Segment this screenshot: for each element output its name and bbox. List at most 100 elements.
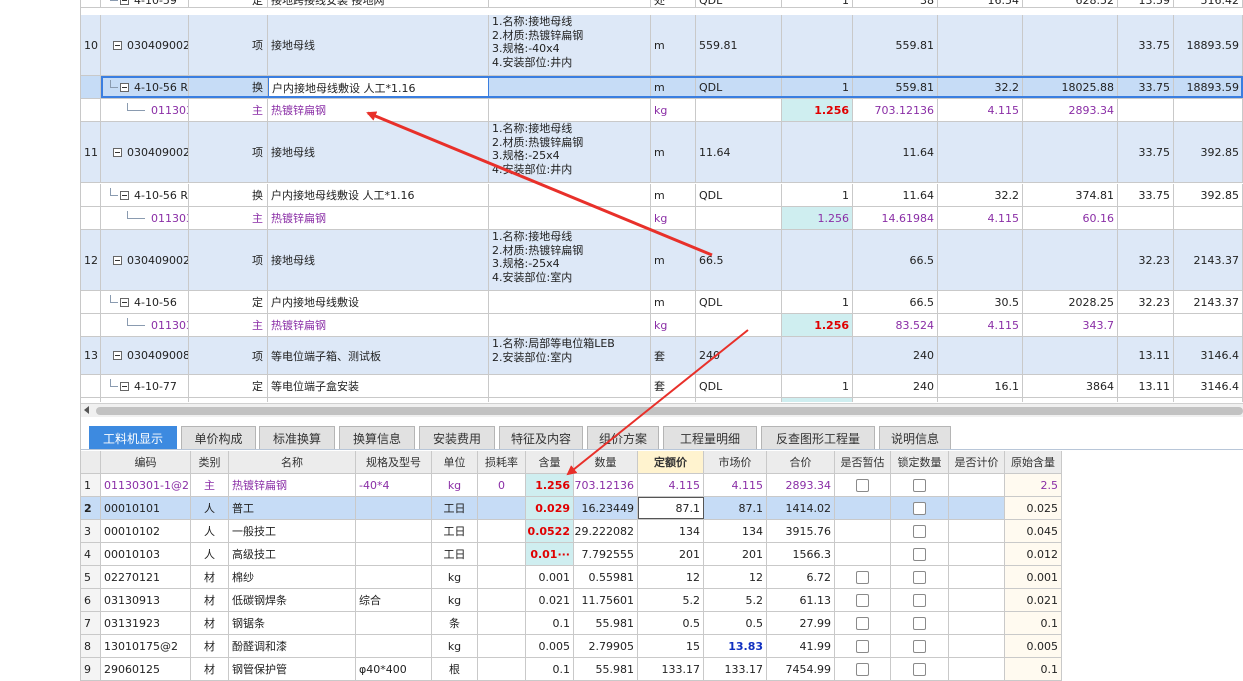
cell-qty[interactable]: 29.222082 bbox=[574, 520, 638, 542]
cell-qty[interactable]: 55.981 bbox=[574, 658, 638, 680]
row-seq[interactable]: 10 bbox=[81, 15, 101, 75]
row-type[interactable]: 定 bbox=[248, 375, 268, 397]
row-price[interactable]: 4.115 bbox=[938, 99, 1023, 121]
row-unit[interactable]: 个 bbox=[651, 398, 696, 402]
cell-est[interactable] bbox=[835, 566, 891, 588]
cell-orig[interactable]: 0.012 bbox=[1005, 543, 1062, 565]
row-price[interactable]: 4.115 bbox=[938, 207, 1023, 229]
cell-cat[interactable]: 人 bbox=[191, 497, 229, 519]
cell-total[interactable]: 1566.3 bbox=[767, 543, 835, 565]
cell-unit[interactable]: kg bbox=[432, 566, 478, 588]
row-desc[interactable] bbox=[489, 291, 651, 313]
checkbox[interactable] bbox=[913, 639, 926, 653]
row-unit-price[interactable]: 13.11 bbox=[1118, 337, 1174, 374]
row-name[interactable]: 热镀锌扁钢 bbox=[268, 99, 489, 121]
row-unit-price[interactable]: 33.75 bbox=[1118, 76, 1174, 98]
cell-dprice[interactable]: 134 bbox=[638, 520, 704, 542]
cell-unit[interactable]: kg bbox=[432, 474, 478, 496]
row-sum[interactable]: 3146.4 bbox=[1174, 337, 1243, 374]
scroll-left-icon[interactable] bbox=[84, 406, 89, 414]
row-type[interactable]: 项 bbox=[248, 122, 268, 182]
row-qty[interactable]: 11.64 bbox=[853, 184, 938, 206]
cell-orig[interactable]: 0.025 bbox=[1005, 497, 1062, 519]
row-qty[interactable]: 240 bbox=[853, 337, 938, 374]
cell-total[interactable]: 61.13 bbox=[767, 589, 835, 611]
checkbox[interactable] bbox=[856, 593, 869, 607]
row-unit[interactable]: m bbox=[651, 230, 696, 290]
cell-spec[interactable] bbox=[356, 635, 432, 657]
checkbox[interactable] bbox=[856, 478, 869, 492]
cell-loss[interactable] bbox=[478, 589, 526, 611]
cell-name[interactable]: 钢管保护管 bbox=[229, 658, 356, 680]
row-expr[interactable] bbox=[696, 398, 782, 402]
cell-calc[interactable] bbox=[949, 658, 1005, 680]
row-total[interactable]: 628.52 bbox=[1023, 0, 1118, 7]
row-sum[interactable] bbox=[1174, 398, 1243, 402]
cell-calc[interactable] bbox=[949, 543, 1005, 565]
row-desc[interactable] bbox=[489, 99, 651, 121]
column-header[interactable]: 合价 bbox=[767, 451, 835, 473]
column-header[interactable]: 编码 bbox=[101, 451, 191, 473]
row-code[interactable]: 030409002002 bbox=[101, 122, 189, 182]
collapse-icon[interactable] bbox=[113, 147, 122, 157]
tab-4[interactable]: 安装费用 bbox=[419, 426, 495, 449]
row-seq[interactable]: 12 bbox=[81, 230, 101, 290]
row-sum[interactable]: 18893.59 bbox=[1174, 76, 1243, 98]
row-content[interactable]: 1 bbox=[782, 76, 853, 98]
cell-name[interactable]: 热镀锌扁钢 bbox=[229, 474, 356, 496]
cell-qty[interactable]: 2.79905 bbox=[574, 635, 638, 657]
row-content[interactable]: 1.005 bbox=[782, 398, 853, 402]
material-row[interactable]: 9 29060125 材 钢管保护管 φ40*400 根 0.1 55.981 133.17 13… bbox=[81, 658, 1062, 681]
row-total[interactable]: 3864 bbox=[1023, 375, 1118, 397]
cell-qty[interactable]: 703.12136 bbox=[574, 474, 638, 496]
horizontal-scrollbar[interactable] bbox=[81, 403, 1243, 417]
cell-lock[interactable] bbox=[891, 612, 949, 634]
row-price[interactable]: 30.5 bbox=[938, 291, 1023, 313]
cell-dprice[interactable]: 0.5 bbox=[638, 612, 704, 634]
cell-n[interactable]: 8 bbox=[81, 635, 101, 657]
tab-5[interactable]: 特征及内容 bbox=[499, 426, 583, 449]
column-header[interactable]: 单位 bbox=[432, 451, 478, 473]
row-unit[interactable]: 套 bbox=[651, 337, 696, 374]
cell-loss[interactable] bbox=[478, 543, 526, 565]
column-header[interactable] bbox=[81, 451, 101, 473]
cell-orig[interactable]: 0.001 bbox=[1005, 566, 1062, 588]
collapse-icon[interactable] bbox=[120, 82, 129, 92]
row-total[interactable] bbox=[1023, 15, 1118, 75]
row-qty[interactable]: 38 bbox=[853, 0, 938, 7]
row-desc[interactable]: 1.名称:接地母线 2.材质:热镀锌扁钢 3.规格:-25x4 4.安装部位:室… bbox=[489, 230, 651, 290]
cell-qty[interactable]: 11.75601 bbox=[574, 589, 638, 611]
cell-cont[interactable]: 0.001 bbox=[526, 566, 574, 588]
checkbox[interactable] bbox=[856, 639, 869, 653]
cell-name[interactable]: 高级技工 bbox=[229, 543, 356, 565]
cell-unit[interactable]: 工日 bbox=[432, 497, 478, 519]
cell-cat[interactable]: 人 bbox=[191, 520, 229, 542]
row-sum[interactable] bbox=[1174, 314, 1243, 336]
cell-spec[interactable]: 综合 bbox=[356, 589, 432, 611]
row-total[interactable]: 2028.25 bbox=[1023, 291, 1118, 313]
row-code[interactable]: 030409002001 bbox=[101, 15, 189, 75]
column-header[interactable]: 名称 bbox=[229, 451, 356, 473]
cell-lock[interactable] bbox=[891, 474, 949, 496]
column-header[interactable]: 损耗率 bbox=[478, 451, 526, 473]
checkbox[interactable] bbox=[913, 593, 926, 607]
cell-code[interactable]: 00010102 bbox=[101, 520, 191, 542]
row-desc[interactable] bbox=[489, 0, 651, 7]
row-price[interactable] bbox=[938, 15, 1023, 75]
cell-dprice[interactable]: 15 bbox=[638, 635, 704, 657]
row-unit[interactable]: m bbox=[651, 76, 696, 98]
row-desc[interactable]: 1.名称:接地母线 2.材质:热镀锌扁钢 3.规格:-25x4 4.安装部位:井… bbox=[489, 122, 651, 182]
cell-mprice[interactable]: 0.5 bbox=[704, 612, 767, 634]
cell-qty[interactable]: 0.55981 bbox=[574, 566, 638, 588]
tab-6[interactable]: 组价方案 bbox=[587, 426, 659, 449]
row-content[interactable]: 1.256 bbox=[782, 99, 853, 121]
row-content[interactable]: 1 bbox=[782, 0, 853, 7]
row-qty[interactable]: 83.524 bbox=[853, 314, 938, 336]
cell-mprice[interactable]: 4.115 bbox=[704, 474, 767, 496]
cell-est[interactable] bbox=[835, 612, 891, 634]
row-desc[interactable] bbox=[489, 76, 651, 98]
row-price[interactable]: 0 bbox=[938, 398, 1023, 402]
cell-calc[interactable] bbox=[949, 520, 1005, 542]
cell-est[interactable] bbox=[835, 543, 891, 565]
row-total[interactable] bbox=[1023, 122, 1118, 182]
